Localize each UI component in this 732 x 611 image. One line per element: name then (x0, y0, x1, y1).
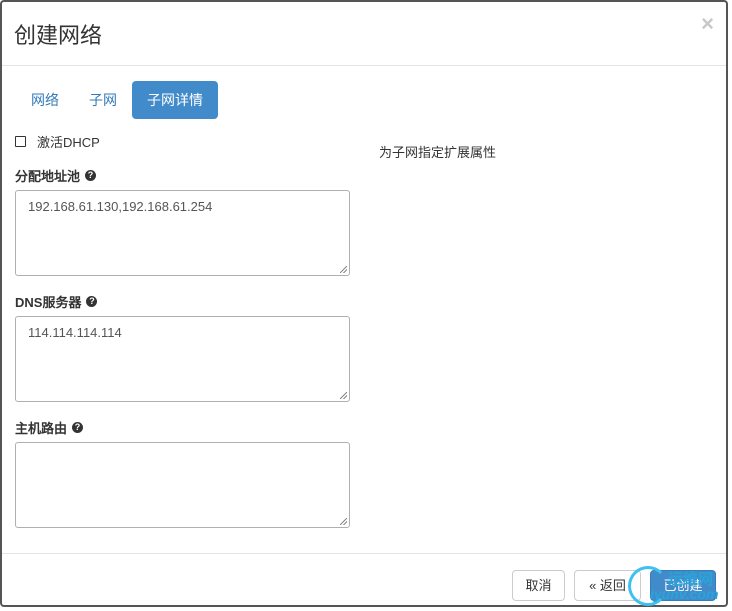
wizard-tabs: 网络 子网 子网详情 (16, 81, 218, 119)
dns-servers-label-text: DNS服务器 (15, 294, 82, 310)
tab-subnet-details[interactable]: 子网详情 (132, 81, 218, 119)
modal-title: 创建网络 (14, 23, 103, 48)
dns-servers-value: 114.114.114.114 (28, 325, 122, 340)
dhcp-row: 激活DHCP (15, 132, 351, 150)
subnet-details-form: 激活DHCP 分配地址池 ? 192.168.61.130,192.168.61… (15, 132, 351, 528)
help-text: 为子网指定扩展属性 (379, 145, 497, 160)
modal-header: 创建网络 × (2, 2, 726, 66)
host-routes-label: 主机路由 ? (15, 418, 351, 436)
dns-servers-group: DNS服务器 ? 114.114.114.114 (15, 292, 351, 402)
help-icon[interactable]: ? (72, 421, 84, 433)
help-icon[interactable]: ? (86, 295, 98, 307)
host-routes-group: 主机路由 ? (15, 418, 351, 528)
back-button[interactable]: « 返回 (574, 570, 641, 601)
cancel-button[interactable]: 取消 (512, 570, 565, 601)
create-button[interactable]: 已创建 (650, 570, 716, 601)
host-routes-label-text: 主机路由 (15, 420, 68, 436)
dns-servers-label: DNS服务器 ? (15, 292, 351, 310)
allocation-pools-value: 192.168.61.130,192.168.61.254 (28, 199, 213, 214)
close-icon[interactable]: × (701, 12, 714, 36)
create-network-modal: 创建网络 × 网络 子网 子网详情 激活DHCP 分配地址池 ? 192.168… (0, 0, 728, 607)
allocation-pools-textarea[interactable]: 192.168.61.130,192.168.61.254 (15, 190, 350, 276)
dns-servers-textarea[interactable]: 114.114.114.114 (15, 316, 350, 402)
resize-grip[interactable] (340, 392, 347, 399)
tab-network[interactable]: 网络 (16, 81, 74, 119)
enable-dhcp-checkbox[interactable] (15, 135, 26, 147)
tab-subnet[interactable]: 子网 (74, 81, 132, 119)
allocation-pools-label-text: 分配地址池 (15, 168, 81, 184)
resize-grip[interactable] (340, 266, 347, 273)
help-icon[interactable]: ? (85, 169, 97, 181)
allocation-pools-label: 分配地址池 ? (15, 166, 351, 184)
resize-grip[interactable] (340, 518, 347, 525)
allocation-pools-group: 分配地址池 ? 192.168.61.130,192.168.61.254 (15, 166, 351, 276)
enable-dhcp-label: 激活DHCP (37, 134, 100, 150)
host-routes-textarea[interactable] (15, 442, 350, 528)
modal-footer: 取消 « 返回 已创建 (2, 553, 726, 605)
